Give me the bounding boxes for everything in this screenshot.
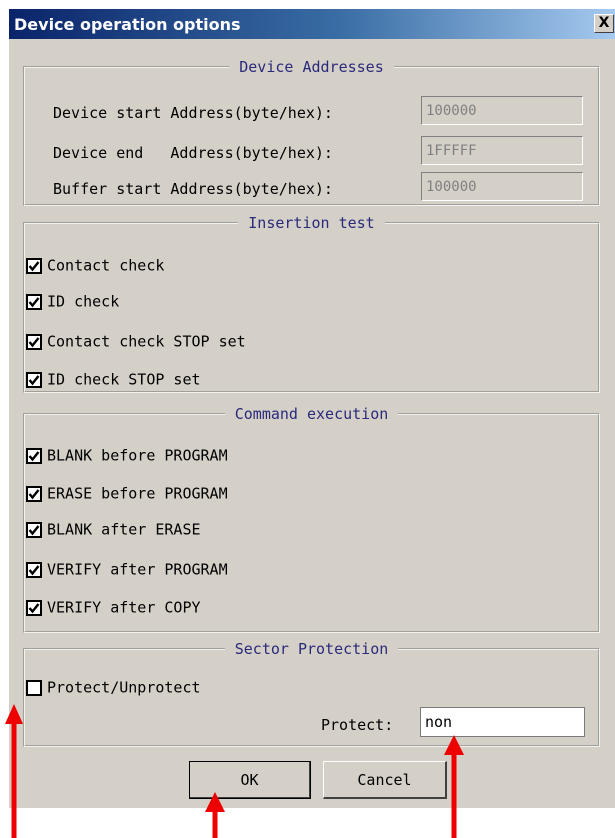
contact-check-checkbox[interactable]: Contact check (26, 255, 164, 275)
erase-before-program-label: ERASE before PROGRAM (47, 484, 228, 503)
checkbox-box[interactable] (26, 371, 42, 388)
checkmark-icon (28, 260, 40, 271)
buffer-start-address-field[interactable] (421, 172, 583, 201)
contact-check-label: Contact check (47, 256, 165, 275)
verify-after-copy-label: VERIFY after COPY (47, 598, 201, 617)
device-end-address-field[interactable] (421, 136, 583, 165)
checkmark-icon (28, 488, 40, 499)
verify-after-program-label: VERIFY after PROGRAM (47, 560, 228, 579)
checkmark-icon (28, 336, 40, 347)
device-end-address-label: Device end Address(byte/hex): (53, 144, 333, 162)
erase-before-program-checkbox[interactable]: ERASE before PROGRAM (26, 483, 228, 503)
sector-protection-legend: Sector Protection (234, 640, 389, 658)
blank-before-program-label: BLANK before PROGRAM (47, 446, 228, 465)
id-check-stop-checkbox[interactable]: ID check STOP set (26, 369, 201, 389)
title-bar[interactable]: Device operation options X (9, 9, 615, 39)
annotation-arrow-protect (444, 735, 464, 838)
window-title: Device operation options (14, 15, 241, 34)
device-start-address-label: Device start Address(byte/hex): (53, 104, 333, 122)
checkbox-box[interactable] (26, 679, 42, 696)
protect-unprotect-label: Protect/Unprotect (47, 678, 201, 697)
id-check-stop-label: ID check STOP set (47, 370, 201, 389)
checkmark-icon (28, 602, 40, 613)
contact-check-stop-checkbox[interactable]: Contact check STOP set (26, 331, 246, 351)
insertion-test-legend: Insertion test (248, 214, 375, 232)
close-button[interactable]: X (594, 14, 614, 33)
checkmark-icon (28, 450, 40, 461)
checkbox-box[interactable] (26, 599, 42, 616)
checkbox-box[interactable] (26, 293, 42, 310)
checkbox-box[interactable] (26, 257, 42, 274)
device-addresses-legend: Device Addresses (239, 58, 384, 76)
checkmark-icon (28, 524, 40, 535)
cancel-button[interactable]: Cancel (323, 761, 447, 799)
checkbox-box[interactable] (26, 521, 42, 538)
checkmark-icon (28, 564, 40, 575)
annotation-arrow-ok (205, 792, 225, 838)
blank-after-erase-checkbox[interactable]: BLANK after ERASE (26, 519, 201, 539)
command-execution-legend: Command execution (234, 405, 389, 423)
buffer-start-address-label: Buffer start Address(byte/hex): (53, 180, 333, 198)
protect-label: Protect: (321, 716, 394, 734)
checkbox-box[interactable] (26, 333, 42, 350)
protect-unprotect-checkbox[interactable]: Protect/Unprotect (26, 677, 201, 697)
contact-check-stop-label: Contact check STOP set (47, 332, 246, 351)
device-options-dialog: Device operation options X Device Addres… (8, 8, 615, 808)
verify-after-copy-checkbox[interactable]: VERIFY after COPY (26, 597, 201, 617)
checkbox-box[interactable] (26, 561, 42, 578)
blank-before-program-checkbox[interactable]: BLANK before PROGRAM (26, 445, 228, 465)
verify-after-program-checkbox[interactable]: VERIFY after PROGRAM (26, 559, 228, 579)
annotation-arrow-left (5, 704, 23, 838)
device-start-address-field[interactable] (421, 96, 583, 125)
checkbox-box[interactable] (26, 485, 42, 502)
id-check-label: ID check (47, 292, 120, 311)
checkbox-box[interactable] (26, 447, 42, 464)
id-check-checkbox[interactable]: ID check (26, 291, 119, 311)
blank-after-erase-label: BLANK after ERASE (47, 520, 201, 539)
checkmark-icon (28, 296, 40, 307)
checkmark-icon (28, 374, 40, 385)
